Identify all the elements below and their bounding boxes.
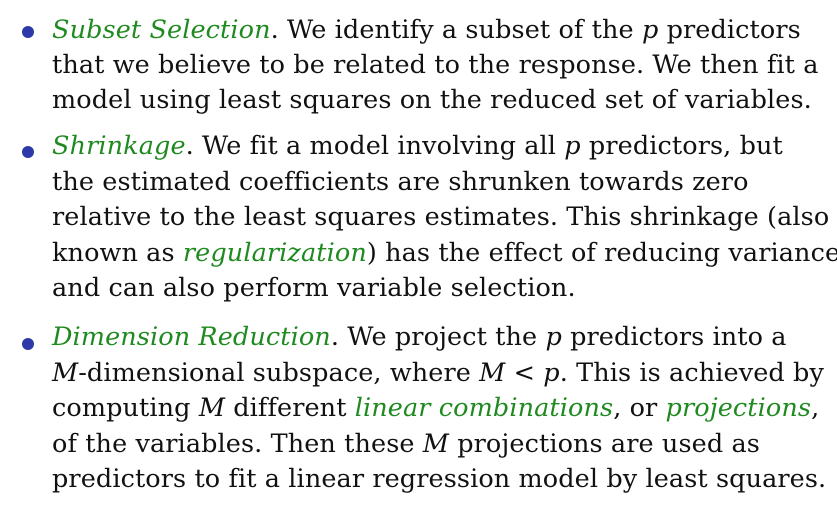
- math-operator: <: [505, 358, 544, 388]
- bullet-icon: [22, 338, 34, 350]
- math-var: M: [198, 393, 226, 423]
- item-line: Dimension Reduction. We project the p pr…: [52, 319, 787, 355]
- math-var: M: [479, 358, 506, 388]
- line-text: -dimensional subspace, where: [78, 358, 480, 388]
- line-text: of the variables. Then these: [52, 429, 423, 459]
- item-line: the estimated coefficients are shrunken …: [52, 167, 749, 197]
- term-shrinkage: Shrinkage: [52, 131, 186, 161]
- term-linear-combinations: linear combinations: [354, 393, 614, 423]
- line-text: ,: [811, 393, 820, 423]
- line-text: predictors, but: [580, 131, 783, 161]
- term-subset-selection: Subset Selection: [52, 15, 271, 45]
- item-line: relative to the least squares estimates.…: [52, 202, 830, 232]
- term-dimension-reduction: Dimension Reduction: [52, 322, 331, 352]
- line-text: predictors into a: [561, 322, 787, 352]
- line-text: . This is achieved by: [559, 358, 824, 388]
- math-var: M: [422, 429, 450, 459]
- line-text: . We fit a model involving all: [185, 131, 565, 161]
- math-var: p: [564, 131, 581, 161]
- item-line: that we believe to be related to the res…: [52, 50, 819, 80]
- item-line: M-dimensional subspace, where M < p. Thi…: [52, 355, 824, 391]
- item-line: Subset Selection. We identify a subset o…: [52, 12, 801, 48]
- math-var: p: [545, 322, 562, 352]
- line-text: known as: [52, 238, 183, 268]
- item-line: and can also perform variable selection.: [52, 273, 576, 303]
- item-line: known as regularization) has the effect …: [52, 235, 837, 271]
- item-line: model using least squares on the reduced…: [52, 85, 812, 115]
- line-text: , or: [613, 393, 666, 423]
- term-projections: projections: [665, 393, 812, 423]
- line-text: ) has the effect of reducing variance: [366, 238, 837, 268]
- line-text: predictors: [658, 15, 801, 45]
- bullet-icon: [22, 146, 34, 158]
- item-line: Shrinkage. We fit a model involving all …: [52, 128, 783, 164]
- line-text: . We identify a subset of the: [270, 15, 642, 45]
- term-regularization: regularization: [182, 238, 367, 268]
- bullet-icon: [22, 26, 34, 38]
- item-line: of the variables. Then these M projectio…: [52, 426, 760, 462]
- line-text: computing: [52, 393, 199, 423]
- line-text: . We project the: [330, 322, 546, 352]
- item-line: computing M different linear combination…: [52, 390, 819, 426]
- bullet-list: Subset Selection. We identify a subset o…: [0, 0, 837, 505]
- math-var: p: [543, 358, 560, 388]
- math-var: M: [52, 358, 79, 388]
- line-text: different: [225, 393, 355, 423]
- line-text: projections are used as: [449, 429, 760, 459]
- item-line: predictors to fit a linear regression mo…: [52, 464, 827, 494]
- math-var: p: [641, 15, 659, 45]
